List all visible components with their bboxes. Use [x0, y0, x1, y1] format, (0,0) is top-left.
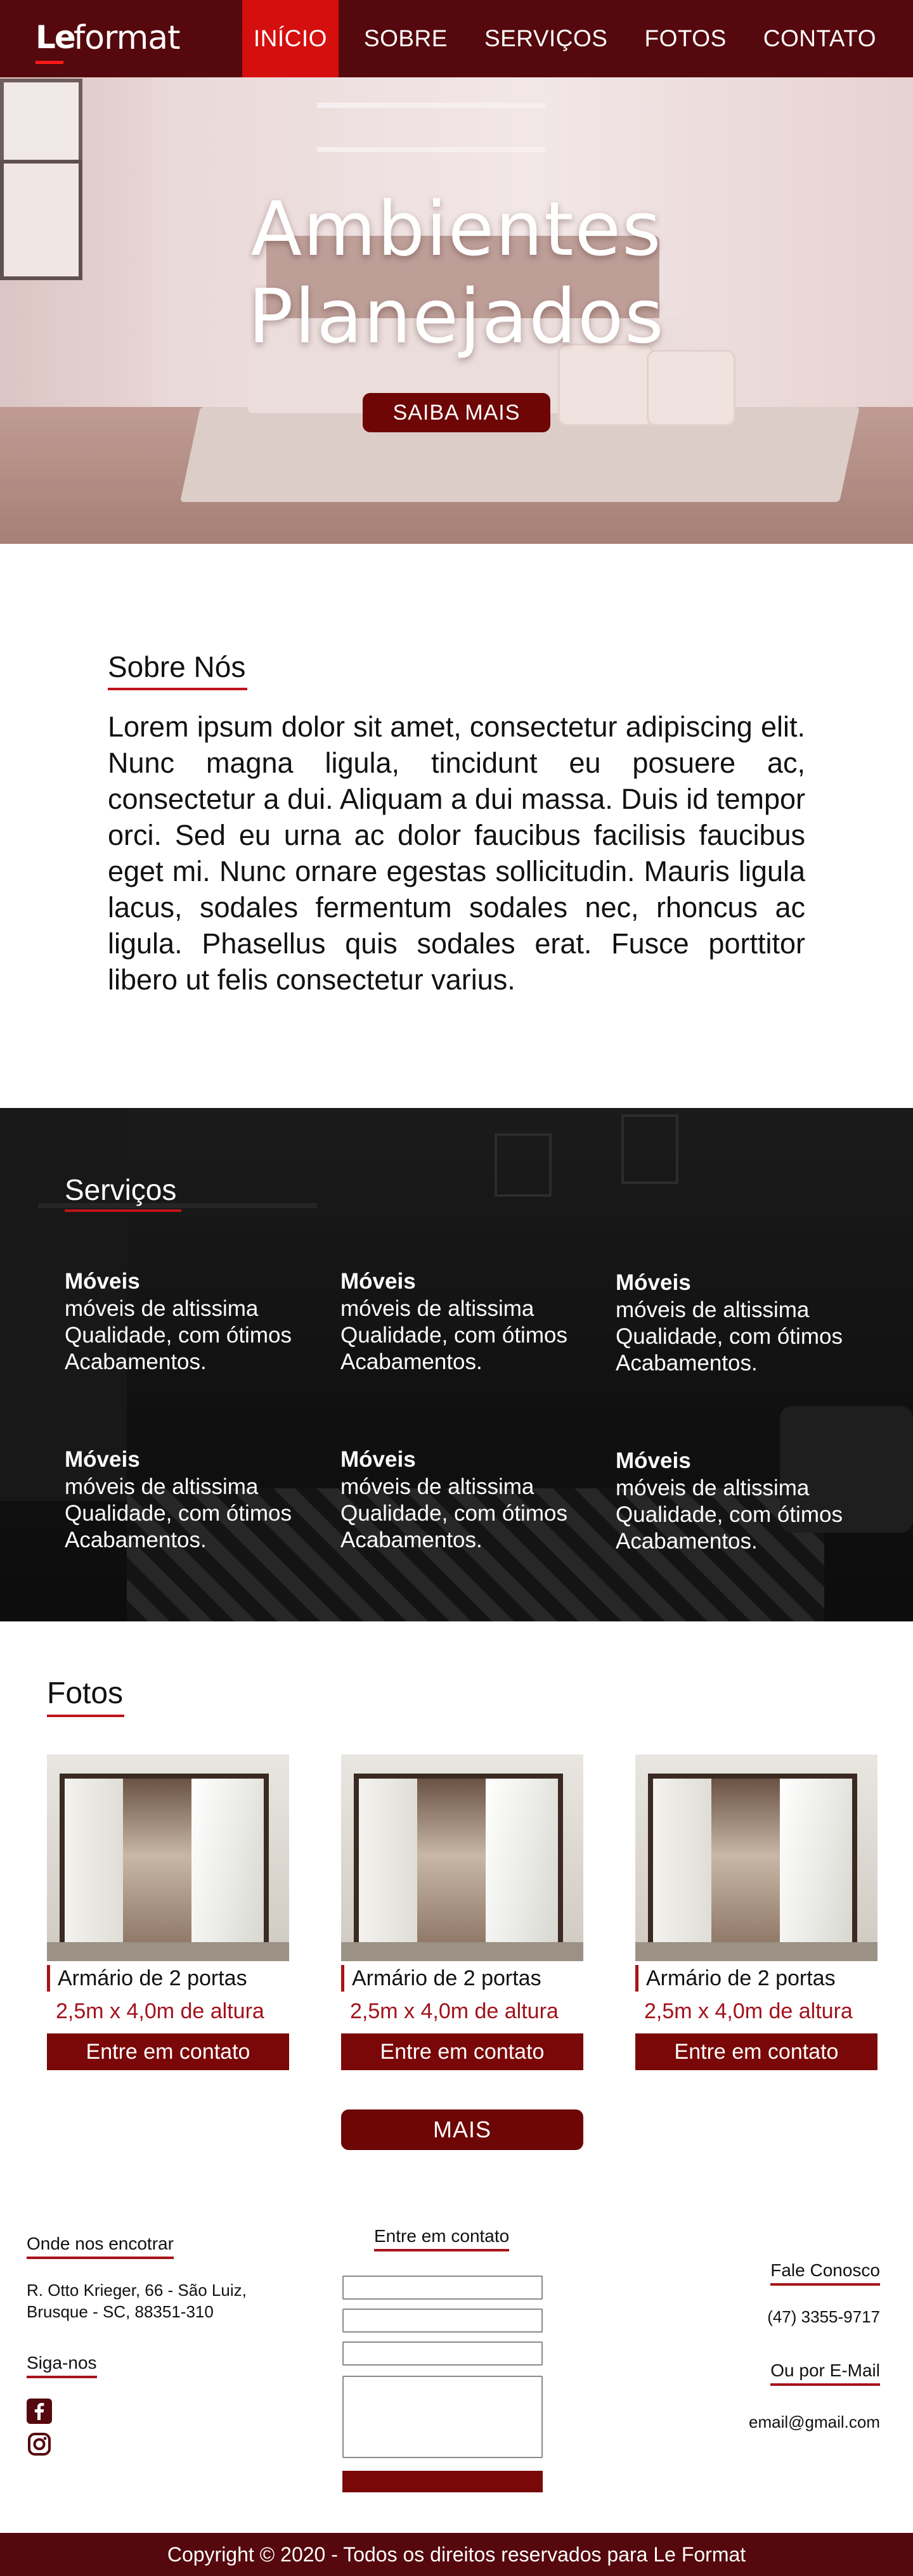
- contact-phone-field[interactable]: [342, 2341, 543, 2366]
- sobre-heading: Sobre Nós: [108, 650, 248, 690]
- product-name: Armário de 2 portas: [635, 1965, 877, 1992]
- contact-name-field[interactable]: [342, 2276, 543, 2300]
- servico-text: móveis de altissima Qualidade, com ótimo…: [340, 1296, 567, 1374]
- contact-button[interactable]: Entre em contato: [47, 2033, 289, 2070]
- servico-item: Móveis móveis de altissima Qualidade, co…: [616, 1447, 882, 1555]
- top-navbar: Le format INÍCIO SOBRE SERVIÇOS FOTOS CO…: [0, 0, 913, 77]
- servico-title: Móveis: [65, 1447, 140, 1472]
- social-heading: Siga-nos: [27, 2353, 97, 2378]
- wardrobe-door: [653, 1779, 711, 1950]
- nav-contato-link[interactable]: CONTATO: [752, 0, 888, 77]
- servicos-heading: Serviços: [65, 1173, 182, 1212]
- address-line1: R. Otto Krieger, 66 - São Luiz,: [27, 2281, 247, 2300]
- servico-item: Móveis móveis de altissima Qualidade, co…: [65, 1446, 331, 1554]
- logo[interactable]: Le format: [36, 19, 188, 64]
- hero-title: Ambientes Planejados: [0, 185, 913, 360]
- product-image[interactable]: [47, 1755, 289, 1961]
- servico-title: Móveis: [616, 1270, 691, 1295]
- servico-title: Móveis: [340, 1269, 416, 1294]
- wardrobe-door: [65, 1779, 123, 1950]
- email-heading: Ou por E-Mail: [770, 2360, 880, 2386]
- logo-part-format: format: [74, 19, 180, 57]
- nav-fotos-link[interactable]: FOTOS: [633, 0, 737, 77]
- product-dimensions: 2,5m x 4,0m de altura: [56, 1999, 264, 2023]
- servico-item: Móveis móveis de altissima Qualidade, co…: [65, 1268, 331, 1375]
- wardrobe-mirror: [123, 1779, 191, 1950]
- servicos-section: Serviços Móveis móveis de altissima Qual…: [0, 1108, 913, 1621]
- facebook-icon[interactable]: [27, 2399, 52, 2424]
- servico-title: Móveis: [65, 1269, 140, 1294]
- servico-text: móveis de altissima Qualidade, com ótimo…: [65, 1296, 292, 1374]
- servico-item: Móveis móveis de altissima Qualidade, co…: [340, 1268, 607, 1375]
- product-dimensions: 2,5m x 4,0m de altura: [350, 1999, 559, 2023]
- nav-inicio-link[interactable]: INÍCIO: [242, 0, 339, 77]
- phone-heading: Fale Conosco: [770, 2260, 880, 2286]
- product-image[interactable]: [341, 1755, 583, 1961]
- nav-servicos-link[interactable]: SERVIÇOS: [473, 0, 619, 77]
- contact-message-textarea[interactable]: [342, 2376, 543, 2458]
- servico-title: Móveis: [616, 1448, 691, 1473]
- instagram-icon[interactable]: [27, 2431, 52, 2457]
- copyright-bar: Copyright © 2020 - Todos os direitos res…: [0, 2533, 913, 2576]
- product-image[interactable]: [635, 1755, 877, 1961]
- product-card: Armário de 2 portas 2,5m x 4,0m de altur…: [47, 1755, 289, 2070]
- product-name: Armário de 2 portas: [341, 1965, 583, 1992]
- servico-text: móveis de altissima Qualidade, com ótimo…: [65, 1474, 292, 1552]
- wardrobe-mirror: [417, 1779, 486, 1950]
- contact-email-field[interactable]: [342, 2309, 543, 2333]
- wardrobe-door: [486, 1779, 558, 1950]
- logo-underline: [36, 61, 63, 64]
- servico-text: móveis de altissima Qualidade, com ótimo…: [616, 1476, 843, 1554]
- hero-title-line1: Ambientes: [250, 185, 663, 273]
- email-address: email@gmail.com: [749, 2412, 880, 2431]
- saiba-mais-button[interactable]: SAIBA MAIS: [363, 393, 550, 432]
- image-floor: [341, 1942, 583, 1961]
- product-card: Armário de 2 portas 2,5m x 4,0m de altur…: [635, 1755, 877, 2070]
- fotos-heading: Fotos: [47, 1677, 125, 1717]
- wardrobe-mirror: [711, 1779, 780, 1950]
- servico-item: Móveis móveis de altissima Qualidade, co…: [340, 1446, 607, 1554]
- nav-sobre-link[interactable]: SOBRE: [353, 0, 459, 77]
- hero-title-line2: Planejados: [248, 273, 665, 360]
- servico-text: móveis de altissima Qualidade, com ótimo…: [616, 1298, 843, 1375]
- phone-number: (47) 3355-9717: [767, 2307, 880, 2326]
- servico-title: Móveis: [340, 1447, 416, 1472]
- wardrobe-door: [191, 1779, 264, 1950]
- wardrobe-door: [780, 1779, 852, 1950]
- contact-form-heading: Entre em contato: [374, 2226, 510, 2251]
- contact-button[interactable]: Entre em contato: [635, 2033, 877, 2070]
- hero-banner: Ambientes Planejados SAIBA MAIS: [0, 77, 913, 544]
- address-line2: Brusque - SC, 88351-310: [27, 2302, 214, 2321]
- product-dimensions: 2,5m x 4,0m de altura: [644, 1999, 853, 2023]
- image-floor: [47, 1942, 289, 1961]
- main-menu: INÍCIO SOBRE SERVIÇOS FOTOS CONTATO: [242, 0, 888, 77]
- contact-button[interactable]: Entre em contato: [341, 2033, 583, 2070]
- servico-text: móveis de altissima Qualidade, com ótimo…: [340, 1474, 567, 1552]
- image-floor: [635, 1942, 877, 1961]
- product-card: Armário de 2 portas 2,5m x 4,0m de altur…: [341, 1755, 583, 2070]
- mais-button[interactable]: MAIS: [341, 2109, 583, 2150]
- logo-part-le: Le: [36, 19, 76, 56]
- product-name: Armário de 2 portas: [47, 1965, 289, 1992]
- contact-submit-button[interactable]: [342, 2471, 543, 2492]
- location-heading: Onde nos encotrar: [27, 2234, 174, 2259]
- wardrobe-door: [359, 1779, 417, 1950]
- servico-item: Móveis móveis de altissima Qualidade, co…: [616, 1269, 882, 1377]
- sobre-paragraph: Lorem ipsum dolor sit amet, consectetur …: [108, 711, 805, 996]
